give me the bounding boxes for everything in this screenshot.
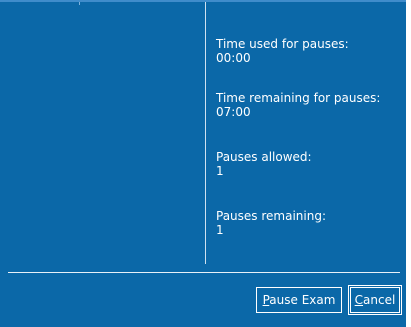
cancel-mnemonic: C — [354, 293, 364, 307]
pause-exam-button[interactable]: Pause Exam — [256, 287, 342, 313]
horizontal-divider — [8, 272, 400, 273]
time-used-block: Time used for pauses: 00:00 — [216, 37, 349, 65]
time-remaining-value: 07:00 — [216, 105, 251, 119]
pause-dialog: Time used for pauses: 00:00 Time remaini… — [0, 0, 411, 327]
pauses-remaining-block: Pauses remaining: 1 — [216, 209, 326, 237]
pauses-remaining-value: 1 — [216, 223, 224, 237]
pauses-allowed-label: Pauses allowed: — [216, 150, 312, 164]
pauses-allowed-value: 1 — [216, 164, 224, 178]
pause-exam-label: ause Exam — [269, 293, 336, 307]
left-panel-mark — [79, 2, 80, 5]
time-remaining-label: Time remaining for pauses: — [216, 91, 381, 105]
cancel-label: ancel — [363, 293, 396, 307]
time-used-label: Time used for pauses: — [216, 37, 349, 51]
top-border — [0, 0, 406, 2]
vertical-divider — [205, 2, 206, 264]
cancel-button[interactable]: Cancel — [348, 285, 402, 315]
pauses-remaining-label: Pauses remaining: — [216, 209, 326, 223]
time-remaining-block: Time remaining for pauses: 07:00 — [216, 91, 380, 119]
time-used-value: 00:00 — [216, 51, 251, 65]
pauses-allowed-block: Pauses allowed: 1 — [216, 150, 312, 178]
